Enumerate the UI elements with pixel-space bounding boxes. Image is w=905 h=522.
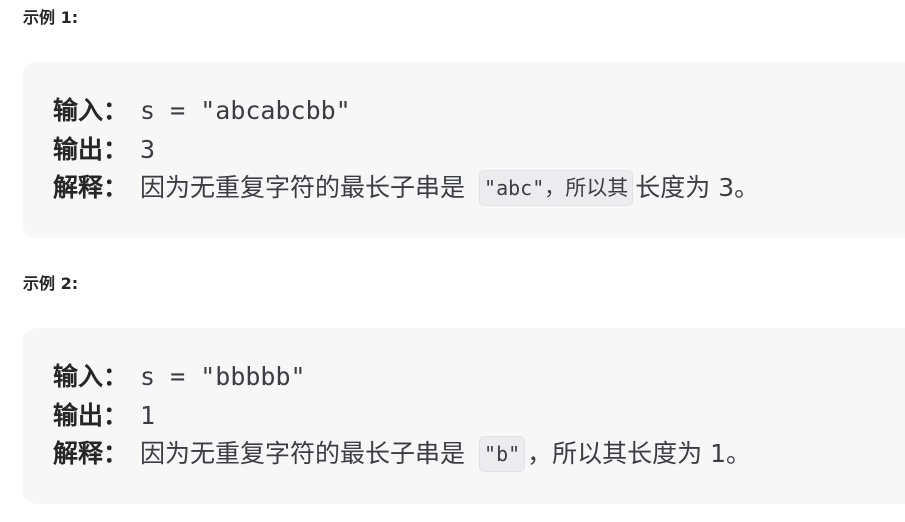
example-2-explanation-line: 解释： 因为无重复字符的最长子串是 "b" ，所以其长度为 1。 [53,435,905,474]
input-label: 输入： [53,96,129,125]
explanation-suffix: ，所以其长度为 1。 [527,439,752,468]
example-1-output-line: 输出： 3 [53,131,905,170]
explanation-code-suffix: ，所以其 [544,176,629,201]
output-label: 输出： [53,400,129,430]
input-label: 输入： [53,362,129,391]
explanation-code-value: "abc" [484,176,545,201]
example-1-title: 示例 1: [23,8,79,27]
example-2-box: 输入： s = "bbbbb" 输出： 1 解释： 因为无重复字符的最长子串是 … [23,328,905,504]
example-2-title: 示例 2: [23,274,79,293]
explanation-prefix: 因为无重复字符的最长子串是 [140,173,466,202]
example-1-input-line: 输入： s = "abcabcbb" [53,92,905,131]
explanation-code: "abc"，所以其 [479,170,634,207]
output-value: 1 [140,400,156,430]
output-label: 输出： [53,134,129,164]
example-1-explanation-line: 解释： 因为无重复字符的最长子串是 "abc"，所以其 长度为 3。 [53,169,905,208]
explanation-label: 解释： [53,439,129,468]
input-value: s = "abcabcbb" [140,96,351,125]
explanation-suffix: 长度为 3。 [635,173,760,202]
example-1-box: 输入： s = "abcabcbb" 输出： 3 解释： 因为无重复字符的最长子… [23,62,905,238]
input-value: s = "bbbbb" [140,362,306,391]
explanation-code: "b" [479,436,526,473]
example-2-input-line: 输入： s = "bbbbb" [53,358,905,397]
output-value: 3 [140,134,156,164]
explanation-prefix: 因为无重复字符的最长子串是 [140,439,466,468]
example-2-output-line: 输出： 1 [53,397,905,436]
explanation-label: 解释： [53,173,129,202]
